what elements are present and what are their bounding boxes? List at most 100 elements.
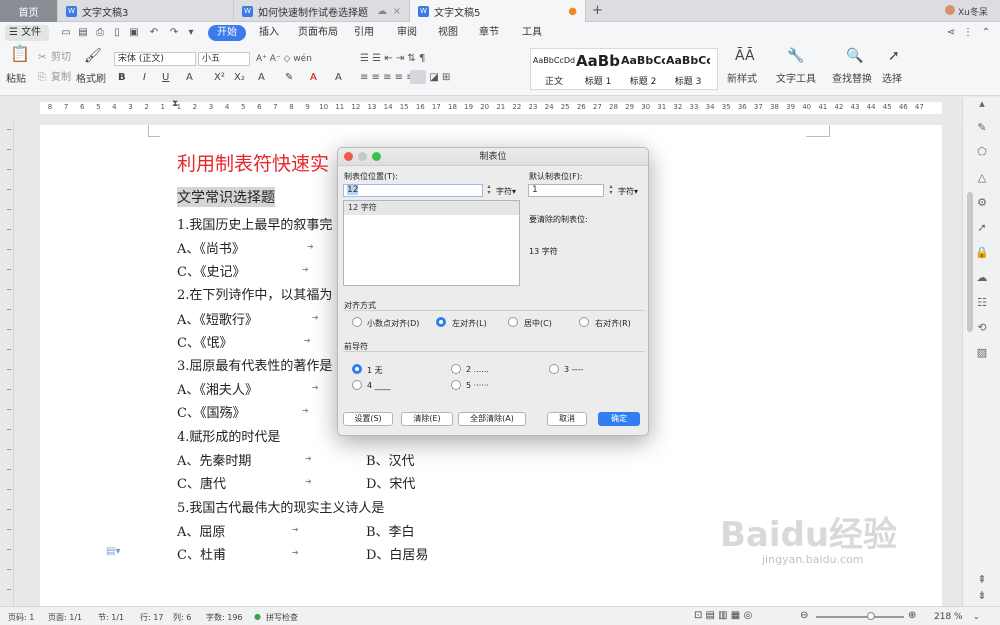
redo-icon[interactable]: ↷	[168, 27, 180, 39]
tab-references[interactable]: 引用	[354, 25, 374, 41]
paragraph-controls-icon[interactable]: ☰ ☰ ⇤ ⇥ ⇅ ¶	[360, 53, 425, 65]
chevron-down-icon[interactable]: ⌄	[973, 612, 980, 621]
bold-icon[interactable]: B	[118, 72, 126, 84]
save-icon[interactable]: ▤	[77, 27, 89, 39]
tab-chapter[interactable]: 章节	[479, 25, 499, 41]
zoom-slider-thumb[interactable]	[867, 612, 875, 620]
leader-underline-radio[interactable]	[352, 380, 362, 390]
italic-icon[interactable]: I	[143, 72, 146, 84]
more-icon[interactable]: ▾	[185, 27, 197, 39]
tab-view[interactable]: 视图	[438, 25, 458, 41]
cloud-icon[interactable]: ☁	[975, 271, 989, 285]
stepper-icon[interactable]: ▴ ▾	[485, 184, 493, 197]
style-normal[interactable]: AaBbCcDd 正文	[532, 48, 576, 90]
style-heading2[interactable]: AaBbCc 标题 2	[621, 48, 665, 90]
zoom-dot-icon[interactable]	[372, 152, 381, 161]
image-icon[interactable]: ▨	[975, 346, 989, 360]
lock-icon[interactable]: 🔒	[975, 246, 989, 260]
minimize-dot-icon[interactable]	[358, 152, 367, 161]
text-tool-button[interactable]: 文字工具	[776, 74, 816, 86]
dialog-titlebar[interactable]: 制表位	[338, 148, 648, 166]
cursor-icon[interactable]: ➚	[888, 49, 900, 63]
highlight-icon[interactable]: ✎	[285, 72, 293, 84]
list-item[interactable]: 12 字符	[344, 201, 519, 215]
format-painter-button[interactable]: 格式刷	[76, 74, 106, 86]
style-heading3[interactable]: AaBbCc 标题 3	[666, 48, 710, 90]
status-row[interactable]: 行: 17	[140, 612, 163, 623]
tab-doc3[interactable]: W 文字文稿3	[58, 0, 234, 22]
page-up-icon[interactable]: ⇞	[975, 573, 989, 587]
ok-button[interactable]: 确定	[598, 412, 640, 426]
cut-button[interactable]: 剪切	[51, 52, 71, 64]
align-decimal-radio[interactable]	[352, 317, 362, 327]
export-icon[interactable]: ▯	[111, 27, 123, 39]
align-center-radio[interactable]	[508, 317, 518, 327]
align-right-radio[interactable]	[579, 317, 589, 327]
view-icons[interactable]: ⊡ ▤ ▥ ▦ ◎	[694, 610, 752, 621]
alignment-icons[interactable]: ≡ ≡ ≡ ≡ ≡ ↕ ◪ ⊞	[360, 72, 450, 84]
status-word-count[interactable]: 字数: 196	[206, 612, 243, 623]
adjust-icon[interactable]: ☷	[975, 296, 989, 310]
tab-tools[interactable]: 工具	[522, 25, 542, 41]
new-style-button[interactable]: 新样式	[727, 74, 757, 86]
tab-insert[interactable]: 插入	[259, 25, 279, 41]
undo-icon[interactable]: ↶	[148, 27, 160, 39]
vertical-ruler[interactable]	[4, 121, 14, 606]
new-style-icon[interactable]: ĀĀ	[735, 49, 755, 63]
page-down-icon[interactable]: ⇟	[975, 589, 989, 603]
subscript-icon[interactable]: X₂	[234, 72, 245, 84]
brush-icon[interactable]: 🖌	[84, 49, 102, 63]
shapes-icon[interactable]: ⬠	[975, 145, 989, 159]
wrench-icon[interactable]: 🔧	[787, 49, 804, 63]
set-button[interactable]: 设置(S)	[343, 412, 393, 426]
font-family-select[interactable]: 宋体 (正文)	[114, 52, 196, 66]
leader-none-radio[interactable]	[352, 364, 362, 374]
style-heading1[interactable]: AaBb 标题 1	[576, 48, 620, 90]
search-icon[interactable]: 🔍	[846, 49, 863, 63]
zoom-out-icon[interactable]: ⊖	[800, 610, 808, 621]
unsaved-dot-icon[interactable]: ●	[568, 6, 577, 17]
share-icon[interactable]: ⋖	[945, 27, 957, 39]
underline-icon[interactable]: U	[162, 72, 169, 84]
horizontal-ruler[interactable]: 8 7 6 5 4 3 2 1 1 2 3 4 5 6 7 8 9 10 11 12 13 14 15 16 17 18 19 20 2…	[0, 97, 962, 121]
leader-middots-radio[interactable]	[451, 380, 461, 390]
open-icon[interactable]: ▭	[60, 27, 72, 39]
leader-dots-radio[interactable]	[451, 364, 461, 374]
stepper-icon[interactable]: ▴ ▾	[607, 184, 615, 197]
tab-start[interactable]: 开始	[208, 25, 246, 41]
edit-icon[interactable]: ✎	[975, 121, 989, 135]
unit-select[interactable]: 字符▾	[618, 186, 638, 197]
vertical-scrollbar[interactable]	[967, 192, 973, 332]
status-section[interactable]: 节: 1/1	[98, 612, 124, 623]
style-icon[interactable]: △	[975, 171, 989, 185]
superscript-icon[interactable]: X²	[214, 72, 225, 84]
zoom-slider-track[interactable]	[816, 616, 904, 618]
clear-all-button[interactable]: 全部清除(A)	[458, 412, 526, 426]
print-icon[interactable]: ⎙	[94, 27, 106, 39]
scroll-up-icon[interactable]: ▴	[975, 97, 989, 111]
clear-button[interactable]: 清除(E)	[401, 412, 453, 426]
copy-button[interactable]: 复制	[51, 72, 71, 84]
close-icon[interactable]: ×	[393, 6, 401, 17]
cancel-button[interactable]: 取消	[547, 412, 587, 426]
tab-page-layout[interactable]: 页面布局	[298, 25, 338, 41]
settings-icon[interactable]: ⚙	[975, 196, 989, 210]
font-size-select[interactable]: 小五	[198, 52, 250, 66]
zoom-level[interactable]: 218 %	[934, 612, 963, 622]
pointer-icon[interactable]: ➚	[975, 221, 989, 235]
strikethrough-icon[interactable]: A	[186, 72, 193, 84]
char-shading-icon[interactable]: A	[335, 72, 342, 84]
tab-doc5[interactable]: W 文字文稿5 ●	[410, 0, 586, 22]
default-tab-input[interactable]: 1	[528, 184, 604, 197]
status-pages[interactable]: 页面: 1/1	[48, 612, 82, 623]
collapse-icon[interactable]: ⌃	[980, 27, 992, 39]
tab-quiz[interactable]: W 如何快速制作试卷选择题 ☁ ×	[234, 0, 410, 22]
font-size-controls-icon[interactable]: A⁺ A⁻ ◇ wén	[256, 53, 312, 65]
paste-button[interactable]: 粘贴	[6, 74, 26, 86]
file-menu-button[interactable]: ☰ 文件	[5, 25, 49, 41]
align-left-radio[interactable]	[436, 317, 446, 327]
paragraph-handle-icon[interactable]: ▤▾	[106, 546, 120, 557]
close-dot-icon[interactable]	[344, 152, 353, 161]
paste-icon[interactable]: 📋	[10, 46, 30, 62]
unit-select[interactable]: 字符▾	[496, 186, 516, 197]
